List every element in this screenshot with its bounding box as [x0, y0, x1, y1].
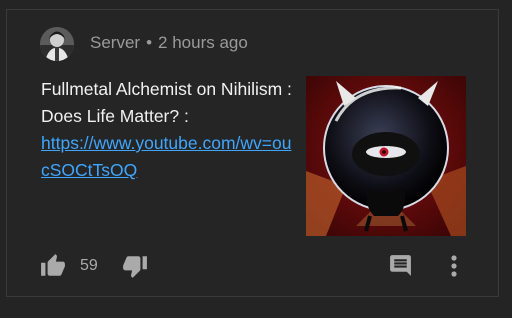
comment-icon[interactable]	[388, 253, 413, 278]
post-thumbnail[interactable]	[306, 76, 466, 236]
author-name[interactable]: Server	[90, 33, 140, 52]
meta-separator: •	[146, 33, 153, 52]
post-text: Fullmetal Alchemist on Nihilism : Does L…	[41, 79, 292, 126]
thumb-up-icon[interactable]	[39, 253, 67, 279]
thumbnail-image	[306, 76, 466, 236]
post-timestamp[interactable]: 2 hours ago	[158, 33, 248, 52]
post-link[interactable]: https://www.youtube.com/wv=oucSOCtTsOQ	[41, 130, 293, 184]
post-meta: Server • 2 hours ago	[90, 33, 248, 53]
avatar[interactable]	[40, 27, 74, 61]
post-card: Server • 2 hours ago Fullmetal Alchemist o…	[6, 9, 499, 297]
post-body: Fullmetal Alchemist on Nihilism : Does L…	[41, 76, 293, 184]
thumb-down-icon[interactable]	[121, 253, 149, 279]
like-count: 59	[80, 257, 98, 274]
avatar-image	[40, 27, 74, 61]
more-vertical-icon[interactable]	[447, 252, 461, 280]
